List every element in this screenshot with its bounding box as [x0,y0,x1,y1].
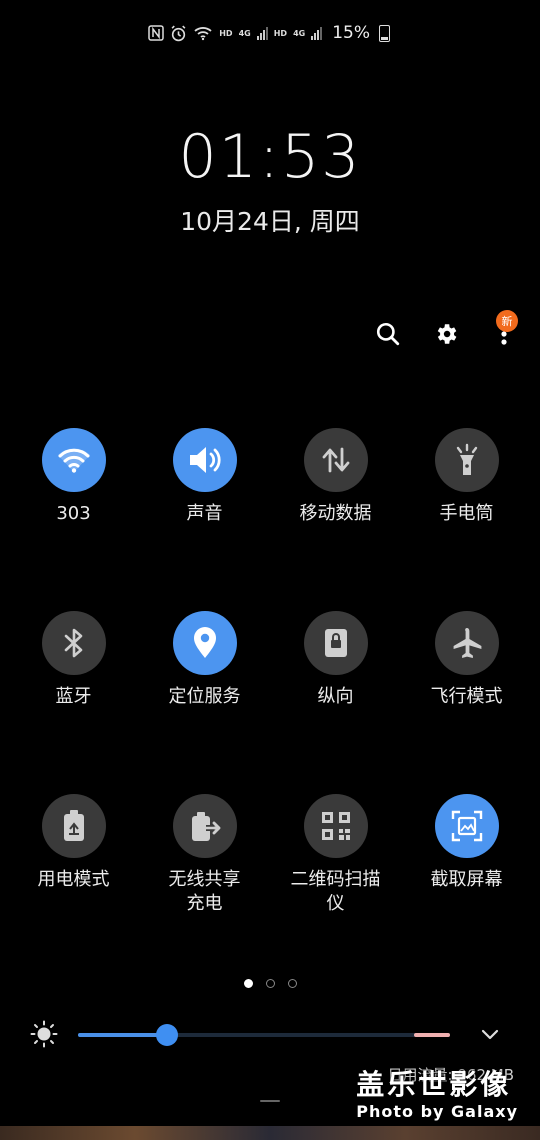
bluetooth-icon [64,628,82,658]
tile-portrait-toggle[interactable] [303,611,368,675]
wireless-share-icon [191,812,220,841]
tile-label: 移动数据 [299,503,372,524]
more-options-button[interactable]: 新 [488,310,520,352]
tile-label: 纵向 [317,686,354,707]
gear-icon [437,324,457,344]
tiles-row-3: 用电模式 无线共享 充电 二维码扫描 仪 截取屏幕 [0,794,540,977]
tile-label: 手电筒 [439,503,494,524]
tile-airplane[interactable]: 飞行模式 [412,611,522,794]
panel-drag-handle[interactable] [260,1100,280,1102]
tile-label: 用电模式 [37,869,110,890]
battery-charging-icon [379,24,390,42]
tile-wifi[interactable]: 303 [19,428,129,611]
tile-label: 定位服务 [168,686,241,707]
tile-mobile-data[interactable]: 移动数据 [281,428,391,611]
tile-screenshot-toggle[interactable] [434,794,499,858]
panel-actions: 新 [372,310,520,352]
signal-icon [256,26,268,40]
brightness-slider[interactable] [78,1024,450,1046]
search-icon [376,322,400,346]
wallpaper-strip [0,1126,540,1140]
tile-wireless-powershare-toggle[interactable] [172,794,237,858]
tile-mobile-data-toggle[interactable] [303,428,368,492]
tile-label: 二维码扫描 仪 [290,869,381,914]
tile-label: 303 [56,503,91,524]
tile-label: 声音 [186,503,223,524]
page-indicator[interactable] [0,979,540,988]
clock-date[interactable]: 10月24日, 周四 [0,202,540,238]
photo-watermark: 盖乐世影像 Photo by Galaxy [356,1068,518,1121]
flashlight-icon [456,443,477,475]
qr-code-icon [321,812,350,840]
search-button[interactable] [372,316,404,352]
brightness-slider-fill [78,1033,168,1037]
page-dot[interactable] [265,979,275,988]
watermark-subtitle: Photo by Galaxy [356,1102,518,1121]
volume-icon [189,447,221,473]
mobile-data-icon [322,447,349,473]
network-type-1: 4G [238,28,251,38]
tiles-row-1: 303 声音 移动数据 手电筒 [0,428,540,611]
tile-portrait[interactable]: 纵向 [281,611,391,794]
location-icon [193,627,216,658]
tile-flashlight-toggle[interactable] [434,428,499,492]
clock-time[interactable]: 01:53 [0,122,540,192]
screenshot-icon [451,810,482,842]
tile-bluetooth[interactable]: 蓝牙 [19,611,129,794]
chevron-down-icon[interactable] [478,1022,502,1046]
airplane-icon [453,628,481,658]
network-type-2: 4G [293,28,306,38]
status-bar: HD 4G HD 4G 15% [0,22,390,44]
brightness-slider-thumb[interactable] [156,1024,179,1046]
settings-button[interactable] [430,316,462,352]
new-badge: 新 [496,310,518,332]
tiles-row-2: 蓝牙 定位服务 纵向 飞行模式 [0,611,540,794]
tile-wireless-powershare[interactable]: 无线共享 充电 [150,794,260,977]
tile-location-toggle[interactable] [172,611,237,675]
tile-airplane-toggle[interactable] [434,611,499,675]
watermark-title: 盖乐世影像 [356,1068,512,1101]
portrait-lock-icon [324,629,347,657]
brightness-icon [30,1020,58,1048]
tile-flashlight[interactable]: 手电筒 [412,428,522,611]
hd-label-2: HD [273,28,288,38]
tile-wifi-toggle[interactable] [41,428,106,492]
power-mode-icon [63,810,84,841]
tile-power-mode-toggle[interactable] [41,794,106,858]
tile-qr-scanner-toggle[interactable] [303,794,368,858]
tile-sound-toggle[interactable] [172,428,237,492]
page-dot[interactable] [287,979,297,988]
tile-sound[interactable]: 声音 [150,428,260,611]
tile-bluetooth-toggle[interactable] [41,611,106,675]
brightness-control [0,1020,540,1050]
quick-settings-grid: 303 声音 移动数据 手电筒 蓝牙 定位服务 纵向 飞行模式 用电模式 无线共… [0,428,540,977]
tile-label: 无线共享 充电 [168,869,241,914]
tile-label: 飞行模式 [430,686,503,707]
alarm-icon [171,24,186,41]
tile-qr-scanner[interactable]: 二维码扫描 仪 [281,794,391,977]
tile-label: 截取屏幕 [430,869,503,890]
signal-icon [311,26,323,40]
tile-screenshot[interactable]: 截取屏幕 [412,794,522,977]
brightness-slider-end [414,1033,450,1037]
hd-label-1: HD [219,28,233,38]
page-dot-active[interactable] [243,979,253,988]
tile-power-mode[interactable]: 用电模式 [19,794,129,977]
wifi-icon [57,448,90,473]
battery-percent: 15% [332,23,370,43]
wifi-icon [194,27,212,41]
tile-location[interactable]: 定位服务 [150,611,260,794]
nfc-icon [148,25,164,41]
tile-label: 蓝牙 [55,686,92,707]
